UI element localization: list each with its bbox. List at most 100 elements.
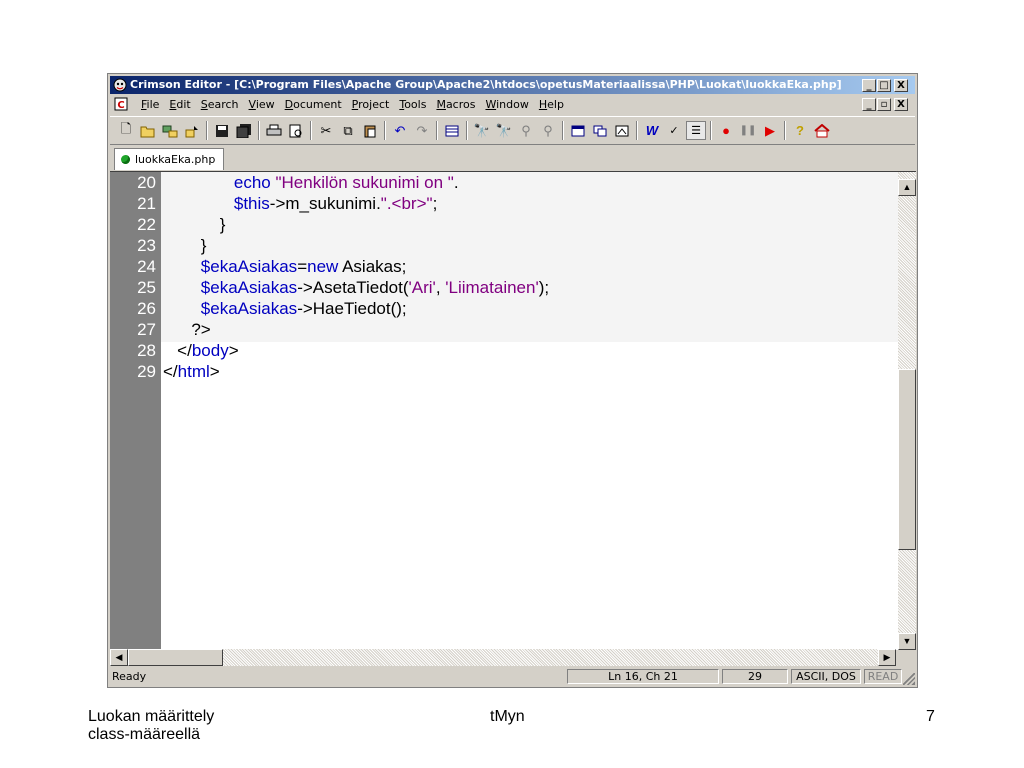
- code-line: $ekaAsiakas->HaeTiedot();: [163, 299, 407, 319]
- window-title: Crimson Editor - [C:\Program Files\Apach…: [130, 78, 842, 91]
- split-window-icon[interactable]: [568, 121, 588, 140]
- save-icon[interactable]: [212, 121, 232, 140]
- code-token: 'Liimatainen': [445, 278, 539, 297]
- menu-help[interactable]: Help: [534, 98, 569, 111]
- code-token: echo: [233, 173, 271, 192]
- mdi-minimize-button[interactable]: _: [862, 98, 876, 111]
- code-editor[interactable]: 20 21 22 23 24 25 26 27 28 29 echo "Henkilön suku…: [110, 171, 916, 650]
- menu-view[interactable]: View: [244, 98, 280, 111]
- play-macro-icon[interactable]: ▶: [760, 121, 780, 140]
- home-icon[interactable]: [812, 121, 832, 140]
- resize-grip[interactable]: [903, 673, 915, 685]
- encoding-indicator: ASCII, DOS: [791, 669, 861, 684]
- line-number: 22: [137, 215, 156, 234]
- code-line: $this->m_sukunimi.".<br>";: [163, 194, 437, 214]
- print-preview-icon[interactable]: [286, 121, 306, 140]
- copy-icon[interactable]: ⧉: [338, 121, 358, 140]
- code-token: $this: [233, 194, 270, 213]
- vertical-scroll-thumb[interactable]: [898, 369, 916, 550]
- line-number: 23: [137, 236, 156, 255]
- code-token: ->m_sukunimi.: [269, 194, 381, 213]
- horizontal-scroll-thumb[interactable]: [128, 649, 223, 666]
- menu-macros[interactable]: Macros: [431, 98, 480, 111]
- code-area[interactable]: echo "Henkilön sukunimi on ". $this->m_s…: [161, 172, 898, 650]
- tile-window-icon[interactable]: [590, 121, 610, 140]
- menu-bar: C File Edit Search View Document Project…: [110, 95, 915, 114]
- view-toggle-icon[interactable]: [612, 121, 632, 140]
- close-button[interactable]: X: [894, 79, 908, 92]
- redo-icon[interactable]: ↷: [412, 121, 432, 140]
- tab-luokkaeka[interactable]: luokkaEka.php: [114, 148, 225, 170]
- cut-icon[interactable]: ✂: [316, 121, 336, 140]
- find-in-files-icon[interactable]: ⚲: [538, 121, 558, 140]
- page-number: 7: [926, 708, 935, 725]
- menu-edit[interactable]: Edit: [164, 98, 195, 111]
- mdi-restore-button[interactable]: ▫: [877, 98, 891, 111]
- line-number: 25: [137, 278, 156, 297]
- menu-project[interactable]: Project: [347, 98, 395, 111]
- code-token: ;: [432, 194, 438, 213]
- mdi-close-button[interactable]: X: [894, 98, 908, 111]
- code-line: $ekaAsiakas=new Asiakas;: [163, 257, 407, 277]
- toolbar: 🗋 ✂ ⧉ ↶ ↷ 🔭 🔭 ⚲ ⚲ W ✓ ☰ ● ❚❚ ▶ ?: [110, 116, 915, 145]
- code-token: $ekaAsiakas: [200, 278, 298, 297]
- scroll-up-button[interactable]: ▲: [898, 179, 916, 196]
- minimize-button[interactable]: _: [862, 79, 876, 92]
- footer-author: tMyn: [490, 708, 525, 725]
- print-icon[interactable]: [264, 121, 284, 140]
- spell-check-icon[interactable]: ✓: [664, 121, 684, 140]
- new-file-icon[interactable]: 🗋: [116, 121, 136, 140]
- undo-icon[interactable]: ↶: [390, 121, 410, 140]
- footer-left: Luokan määrittely class-määreellä: [88, 708, 214, 744]
- read-mode-indicator: READ: [864, 669, 902, 684]
- menu-document[interactable]: Document: [280, 98, 347, 111]
- save-remote-icon[interactable]: [182, 121, 202, 140]
- maximize-button[interactable]: □: [877, 79, 891, 92]
- scroll-left-button[interactable]: ◀: [110, 649, 128, 666]
- crimson-editor-app-icon: [113, 78, 127, 92]
- toolbar-separator: [206, 121, 208, 140]
- menu-file[interactable]: File: [136, 98, 164, 111]
- column-mode-icon[interactable]: [442, 121, 462, 140]
- code-line: echo "Henkilön sukunimi on ".: [163, 173, 459, 193]
- menu-tools[interactable]: Tools: [394, 98, 431, 111]
- code-line: </html>: [163, 362, 220, 382]
- vertical-scrollbar[interactable]: ▲ ▼: [898, 172, 916, 650]
- document-menu-icon[interactable]: C: [114, 97, 128, 111]
- toolbar-separator: [562, 121, 564, 140]
- horizontal-scrollbar[interactable]: ◀ ▶: [110, 649, 896, 666]
- help-icon[interactable]: ?: [790, 121, 810, 140]
- scroll-down-button[interactable]: ▼: [898, 633, 916, 650]
- find-next-icon[interactable]: 🔭: [494, 121, 514, 140]
- open-file-icon[interactable]: [138, 121, 158, 140]
- word-wrap-icon[interactable]: W: [642, 121, 662, 140]
- menu-window[interactable]: Window: [480, 98, 533, 111]
- code-token: ->AsetaTiedot(: [297, 278, 409, 297]
- save-all-icon[interactable]: [234, 121, 254, 140]
- record-macro-icon[interactable]: ●: [716, 121, 736, 140]
- code-token: $ekaAsiakas: [200, 299, 298, 318]
- document-tab-bar: luokkaEka.php: [110, 145, 915, 170]
- editor-window: Crimson Editor - [C:\Program Files\Apach…: [107, 73, 918, 688]
- line-number: 24: [137, 257, 156, 276]
- title-bar[interactable]: Crimson Editor - [C:\Program Files\Apach…: [110, 76, 915, 94]
- footer-topic-line2: class-määreellä: [88, 726, 201, 743]
- code-token: ".<br>": [380, 194, 433, 213]
- scroll-right-button[interactable]: ▶: [878, 649, 896, 666]
- line-numbers-icon[interactable]: ☰: [686, 121, 706, 140]
- code-token: new: [307, 257, 339, 276]
- replace-icon[interactable]: ⚲: [516, 121, 536, 140]
- find-icon[interactable]: 🔭: [472, 121, 492, 140]
- code-line: }: [163, 236, 207, 256]
- menu-search[interactable]: Search: [196, 98, 244, 111]
- code-token: </: [177, 341, 192, 360]
- code-token: ->HaeTiedot();: [297, 299, 407, 318]
- line-number: 26: [137, 299, 156, 318]
- open-remote-icon[interactable]: [160, 121, 180, 140]
- paste-icon[interactable]: [360, 121, 380, 140]
- pause-macro-icon[interactable]: ❚❚: [738, 121, 758, 140]
